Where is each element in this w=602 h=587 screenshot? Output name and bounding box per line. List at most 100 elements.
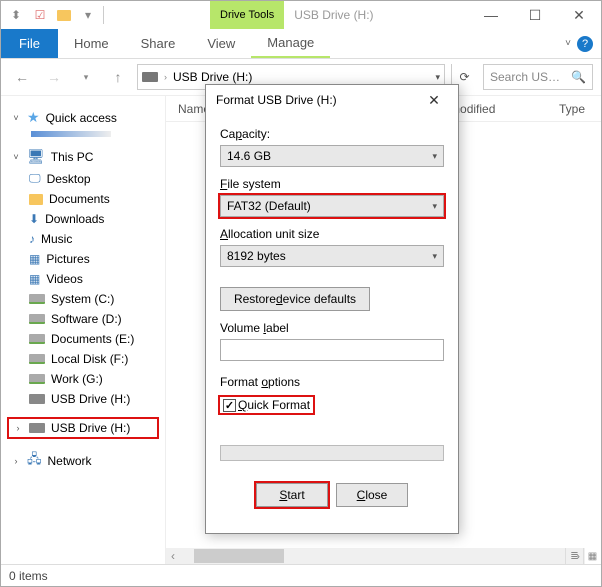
nav-usb-h-1[interactable]: USB Drive (H:)	[7, 389, 159, 409]
qat-properties-icon[interactable]: ☑	[29, 4, 51, 26]
usb-drive-icon	[29, 394, 45, 404]
nav-usb-h-2[interactable]: › USB Drive (H:)	[7, 417, 159, 439]
dialog-close-button[interactable]: ✕	[420, 92, 448, 109]
capacity-value: 14.6 GB	[227, 149, 271, 163]
dialog-titlebar[interactable]: Format USB Drive (H:) ✕	[206, 85, 458, 115]
scrollbar-thumb[interactable]	[194, 549, 284, 563]
format-options-label: Format options	[220, 375, 444, 389]
nav-label: USB Drive (H:)	[51, 392, 130, 406]
capacity-select[interactable]: 14.6 GB ▾	[220, 145, 444, 167]
separator	[103, 6, 104, 24]
nav-label: This PC	[51, 150, 94, 164]
nav-quick-access[interactable]: ˅ ★ Quick access	[7, 106, 159, 129]
close-button[interactable]: ✕	[557, 1, 601, 29]
quick-access-placeholder	[31, 131, 111, 137]
file-tab[interactable]: File	[1, 29, 58, 58]
close-button[interactable]: Close	[336, 483, 408, 507]
nav-network[interactable]: › 🖧 Network	[7, 447, 159, 475]
nav-label: Music	[41, 232, 72, 246]
collapse-caret-icon[interactable]: ˅	[11, 152, 21, 162]
icons-view-button[interactable]: ▦	[583, 548, 601, 564]
nav-this-pc[interactable]: ˅ 🖥 This PC	[7, 145, 159, 168]
window-title: USB Drive (H:)	[284, 1, 383, 29]
details-view-button[interactable]: ≣	[565, 548, 583, 564]
help-icon[interactable]: ?	[577, 36, 593, 52]
nav-documents[interactable]: Documents	[7, 189, 159, 209]
volume-label-input[interactable]	[220, 339, 444, 361]
nav-local-f[interactable]: Local Disk (F:)	[7, 349, 159, 369]
nav-forward-button[interactable]: →	[41, 64, 67, 90]
format-dialog: Format USB Drive (H:) ✕ Capacity: 14.6 G…	[205, 84, 459, 534]
nav-up-button[interactable]: ↑	[105, 64, 131, 90]
nav-software-d[interactable]: Software (D:)	[7, 309, 159, 329]
videos-icon: ▦	[29, 272, 40, 286]
filesystem-select[interactable]: FAT32 (Default) ▾	[220, 195, 444, 217]
dialog-body: Capacity: 14.6 GB ▾ File system FAT32 (D…	[206, 115, 458, 513]
nav-work-g[interactable]: Work (G:)	[7, 369, 159, 389]
quick-format-label: Quick Format	[238, 398, 310, 412]
maximize-button[interactable]: ☐	[513, 1, 557, 29]
scroll-left-icon[interactable]: ‹	[166, 549, 180, 563]
address-dropdown-icon[interactable]: ▾	[435, 72, 440, 83]
dialog-title: Format USB Drive (H:)	[216, 93, 337, 107]
nav-downloads[interactable]: ⬇Downloads	[7, 209, 159, 229]
qat-customize-icon[interactable]: ▾	[77, 4, 99, 26]
nav-label: Desktop	[47, 172, 91, 186]
status-bar: 0 items	[1, 564, 601, 586]
share-tab[interactable]: Share	[125, 29, 192, 58]
nav-pictures[interactable]: ▦Pictures	[7, 249, 159, 269]
nav-videos[interactable]: ▦ Videos	[7, 269, 159, 289]
dropdown-caret-icon: ▾	[432, 201, 437, 212]
drive-tools-contextual-tab[interactable]: Drive Tools	[210, 1, 284, 29]
nav-system-c[interactable]: System (C:)	[7, 289, 159, 309]
nav-desktop[interactable]: 🖵 Desktop	[7, 168, 159, 189]
view-tab[interactable]: View	[191, 29, 251, 58]
view-mode-buttons: ≣ ▦	[565, 548, 601, 564]
start-button[interactable]: Start	[256, 483, 328, 507]
drive-icon	[142, 72, 158, 82]
ribbon: File Home Share View Manage ˅ ?	[1, 29, 601, 59]
expand-caret-icon[interactable]: ›	[11, 456, 21, 466]
search-placeholder: Search US…	[490, 70, 560, 84]
dropdown-caret-icon: ▾	[432, 251, 437, 262]
filesystem-value: FAT32 (Default)	[227, 199, 311, 213]
nav-label: Software (D:)	[51, 312, 122, 326]
desktop-icon: 🖵	[29, 171, 41, 186]
horizontal-scrollbar[interactable]: ‹ ›	[166, 548, 585, 564]
restore-defaults-button[interactable]: Restore device defaults	[220, 287, 370, 311]
folder-icon	[29, 194, 43, 205]
pc-icon: 🖥	[27, 148, 45, 165]
expand-caret-icon[interactable]: ›	[13, 423, 23, 433]
manage-tab[interactable]: Manage	[251, 29, 330, 58]
quick-format-row[interactable]: ✓ Quick Format	[220, 397, 313, 413]
nav-music[interactable]: ♪Music	[7, 229, 159, 249]
contextual-tab-area: Drive Tools USB Drive (H:)	[210, 1, 384, 29]
usb-drive-icon	[29, 423, 45, 433]
nav-label: Local Disk (F:)	[51, 352, 128, 366]
nav-label: Pictures	[46, 252, 89, 266]
allocation-select[interactable]: 8192 bytes ▾	[220, 245, 444, 267]
dropdown-caret-icon: ▾	[432, 151, 437, 162]
col-type[interactable]: Type	[559, 102, 589, 116]
home-tab[interactable]: Home	[58, 29, 125, 58]
ribbon-collapse-icon[interactable]: ˅	[565, 38, 571, 49]
nav-label: System (C:)	[51, 292, 114, 306]
nav-documents-e[interactable]: Documents (E:)	[7, 329, 159, 349]
allocation-label: Allocation unit size	[220, 227, 444, 241]
qat-newfolder-icon[interactable]	[53, 4, 75, 26]
qat-back-icon[interactable]: ⬍	[5, 4, 27, 26]
search-input[interactable]: Search US… 🔍	[483, 64, 593, 90]
search-icon: 🔍	[571, 70, 586, 84]
nav-recent-dropdown[interactable]: ▾	[73, 64, 99, 90]
collapse-caret-icon[interactable]: ˅	[11, 113, 21, 123]
downloads-icon: ⬇	[29, 212, 39, 226]
nav-label: Work (G:)	[51, 372, 103, 386]
nav-label: Documents (E:)	[51, 332, 134, 346]
navigation-pane: ˅ ★ Quick access ˅ 🖥 This PC 🖵 Desktop Do…	[1, 96, 166, 564]
minimize-button[interactable]: —	[469, 1, 513, 29]
nav-label: Videos	[46, 272, 82, 286]
capacity-label: Capacity:	[220, 127, 444, 141]
breadcrumb[interactable]: USB Drive (H:)	[173, 70, 252, 84]
quick-format-checkbox[interactable]: ✓	[223, 399, 236, 412]
nav-back-button[interactable]: ←	[9, 64, 35, 90]
